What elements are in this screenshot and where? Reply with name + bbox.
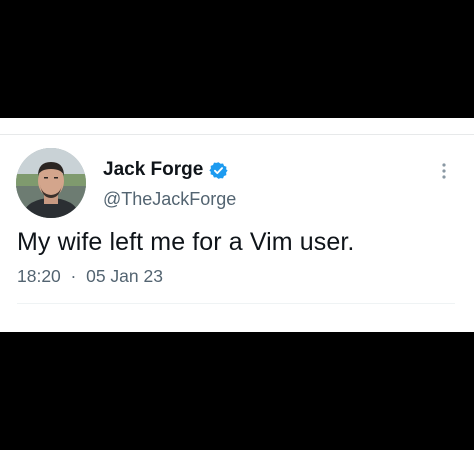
verified-badge-icon — [209, 161, 228, 180]
author-name-row[interactable]: Jack Forge — [103, 159, 228, 181]
more-options-icon — [442, 163, 446, 179]
more-options-button[interactable] — [433, 158, 455, 184]
author-display-name[interactable]: Jack Forge — [103, 159, 203, 181]
tweet-time: 18:20 — [17, 266, 61, 286]
author-handle[interactable]: @TheJackForge — [103, 189, 236, 210]
tweet-date: 05 Jan 23 — [86, 266, 163, 286]
meta-separator: · — [65, 266, 82, 286]
avatar[interactable] — [16, 148, 86, 218]
screenshot-frame: Jack Forge @TheJackForge My wife left me… — [0, 0, 474, 450]
tweet-timestamp[interactable]: 18:20 · 05 Jan 23 — [17, 266, 163, 287]
tweet-text: My wife left me for a Vim user. — [17, 228, 355, 256]
bottom-divider — [17, 303, 455, 304]
tweet-card[interactable]: Jack Forge @TheJackForge My wife left me… — [0, 118, 474, 332]
top-divider — [0, 134, 474, 135]
